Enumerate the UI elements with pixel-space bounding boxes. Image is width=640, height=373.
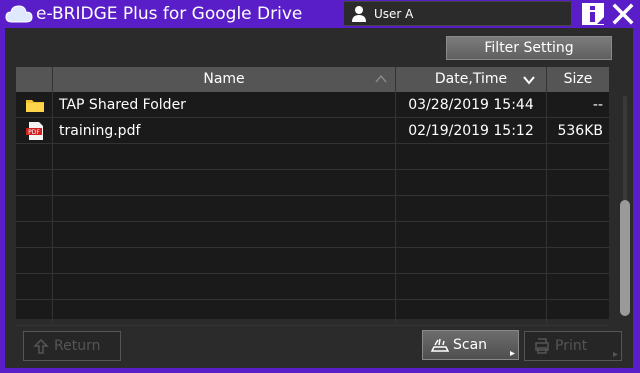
close-icon[interactable] <box>612 3 634 25</box>
print-button[interactable]: Print <box>524 331 622 361</box>
empty-cell <box>53 274 396 300</box>
header-name[interactable]: Name <box>53 67 396 92</box>
return-arrow-icon <box>33 338 49 354</box>
header-name-label: Name <box>203 71 245 87</box>
pdf-icon-badge: PDF <box>28 129 40 136</box>
empty-cell <box>396 274 547 300</box>
sort-ascending-icon <box>375 74 387 83</box>
title-bar: e-BRIDGE Plus for Google Drive User A <box>0 0 640 28</box>
empty-cell <box>396 196 547 222</box>
table-row[interactable]: PDF training.pdf 02/19/2019 15:12 536KB <box>16 118 609 144</box>
empty-cell <box>396 300 547 326</box>
empty-cell <box>396 170 547 196</box>
header-size-label: Size <box>563 71 593 87</box>
corner-arrow-icon <box>510 351 515 356</box>
row-size: -- <box>592 97 603 113</box>
return-label: Return <box>54 338 101 354</box>
filter-setting-button[interactable]: Filter Setting <box>446 36 612 60</box>
empty-cell <box>396 248 547 274</box>
empty-table-row <box>16 274 609 300</box>
folder-icon <box>26 100 44 112</box>
scan-button[interactable]: Scan <box>422 330 519 360</box>
empty-cell <box>53 222 396 248</box>
user-name: User A <box>374 7 414 21</box>
pdf-icon: PDF <box>26 122 43 140</box>
empty-cell <box>16 144 53 170</box>
user-indicator[interactable]: User A <box>343 1 572 26</box>
scan-icon <box>431 338 449 352</box>
empty-table-row <box>16 144 609 170</box>
app-window: e-BRIDGE Plus for Google Drive User A Fi… <box>0 0 640 373</box>
app-title: e-BRIDGE Plus for Google Drive <box>36 4 303 24</box>
empty-table-row <box>16 248 609 274</box>
empty-cell <box>53 300 396 326</box>
header-icon-column <box>16 67 53 92</box>
empty-cell <box>547 222 609 248</box>
empty-table-row <box>16 196 609 222</box>
empty-cell <box>16 170 53 196</box>
row-size: 536KB <box>557 123 603 139</box>
scan-label: Scan <box>453 337 488 353</box>
table-row[interactable]: TAP Shared Folder 03/28/2019 15:44 -- <box>16 92 609 118</box>
empty-cell <box>547 144 609 170</box>
print-icon <box>535 338 549 354</box>
empty-cell <box>16 196 53 222</box>
empty-table-row <box>16 300 609 326</box>
user-icon <box>352 6 366 22</box>
row-name: training.pdf <box>53 118 396 144</box>
corner-arrow-icon <box>613 352 618 357</box>
scroll-thumb[interactable] <box>620 200 630 316</box>
empty-cell <box>547 300 609 326</box>
empty-table-row <box>16 222 609 248</box>
file-table: Name Date,Time Size TAP Shared Folder 03… <box>16 67 609 326</box>
header-size[interactable]: Size <box>547 67 609 92</box>
empty-cell <box>547 196 609 222</box>
scrollbar[interactable] <box>620 96 630 316</box>
row-datetime: 02/19/2019 15:12 <box>396 118 547 144</box>
row-datetime: 03/28/2019 15:44 <box>396 92 547 118</box>
print-label: Print <box>555 338 588 354</box>
empty-cell <box>547 274 609 300</box>
return-button[interactable]: Return <box>23 331 121 361</box>
empty-cell <box>396 222 547 248</box>
header-datetime[interactable]: Date,Time <box>396 67 547 92</box>
header-datetime-label: Date,Time <box>434 71 508 87</box>
empty-table-row <box>16 170 609 196</box>
empty-cell <box>53 144 396 170</box>
empty-cell <box>53 196 396 222</box>
info-icon[interactable] <box>581 2 605 26</box>
chevron-down-icon <box>523 76 535 85</box>
empty-cell <box>16 248 53 274</box>
empty-cell <box>16 222 53 248</box>
table-header: Name Date,Time Size <box>16 67 609 92</box>
main-panel: Filter Setting Name Date,Time Size TAP S… <box>5 28 633 368</box>
empty-cell <box>16 300 53 326</box>
empty-cell <box>547 170 609 196</box>
cloud-icon <box>5 5 33 23</box>
empty-cell <box>396 144 547 170</box>
empty-cell <box>53 248 396 274</box>
empty-cell <box>16 274 53 300</box>
empty-cell <box>547 248 609 274</box>
row-name: TAP Shared Folder <box>53 92 396 118</box>
empty-cell <box>53 170 396 196</box>
